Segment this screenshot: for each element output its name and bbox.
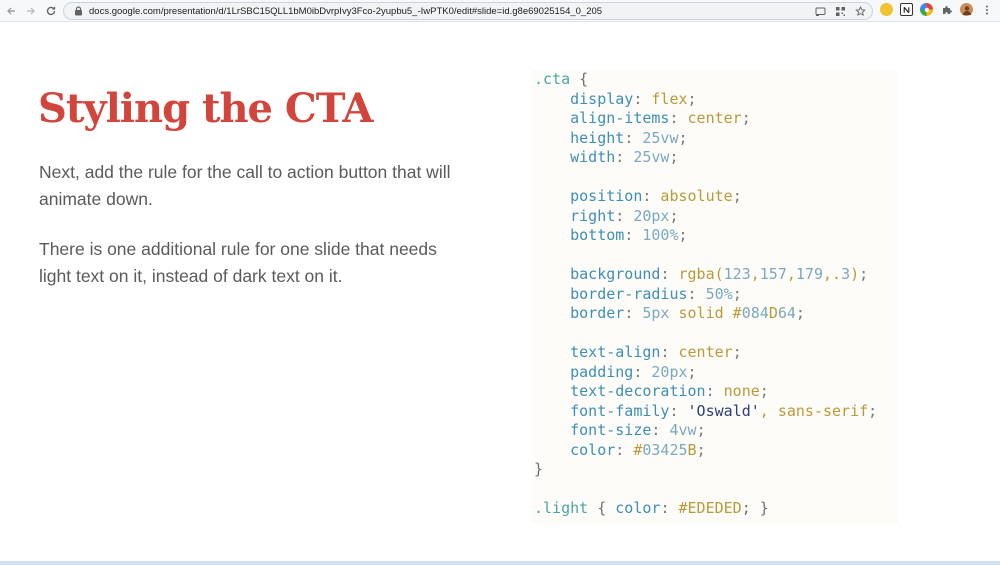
code-line: font-size: 4vw;	[570, 421, 706, 439]
notion-icon[interactable]	[900, 3, 913, 16]
code-line: height: 25vw;	[570, 128, 688, 147]
code-line: .cta {	[534, 70, 589, 88]
bottom-border	[0, 561, 1000, 565]
code-line: right: 20px;	[570, 206, 679, 225]
code-line: position: absolute;	[570, 187, 742, 205]
code-line: padding: 20px;	[570, 362, 697, 381]
code-line: background: rgba(123,157,179,.3);	[570, 265, 869, 283]
browser-toolbar: docs.google.com/presentation/d/1LrSBC15Q…	[0, 0, 1000, 22]
lock-icon[interactable]	[71, 4, 85, 18]
code-line: align-items: center;	[570, 109, 751, 127]
code-line: color: #03425B;	[570, 440, 706, 459]
puzzle-icon[interactable]	[940, 3, 953, 16]
kebab-menu-icon[interactable]	[980, 3, 993, 16]
reload-icon[interactable]	[42, 2, 60, 20]
code-line: display: flex;	[570, 89, 697, 108]
code-line: bottom: 100%;	[570, 226, 688, 244]
qr-icon[interactable]	[834, 5, 846, 17]
slide-paragraph-1: Next, add the rule for the call to actio…	[39, 162, 451, 209]
forward-icon[interactable]	[22, 2, 40, 20]
slide-title: Styling the CTA	[38, 85, 373, 132]
cast-icon[interactable]	[814, 5, 826, 17]
code-line: border: 5px solid #084D64;	[570, 304, 805, 322]
code-line: border-radius: 50%;	[570, 284, 742, 303]
colorful-extension-icon[interactable]	[920, 3, 933, 16]
back-icon[interactable]	[2, 2, 20, 20]
code-line: font-family: 'Oswald', sans-serif;	[570, 401, 878, 420]
css-code-block: .cta { display: flex; align-items: cente…	[534, 70, 877, 519]
code-line: text-align: center;	[570, 343, 742, 361]
code-line: text-decoration: none;	[570, 382, 769, 400]
url-text[interactable]: docs.google.com/presentation/d/1LrSBC15Q…	[89, 6, 602, 17]
address-bar[interactable]: docs.google.com/presentation/d/1LrSBC15Q…	[63, 2, 873, 20]
code-line: .light { color: #EDEDED; }	[534, 499, 769, 517]
extension-yellow-icon[interactable]	[880, 3, 893, 16]
bookmark-star-icon[interactable]	[854, 5, 866, 17]
code-line: }	[534, 460, 544, 478]
profile-avatar[interactable]	[960, 3, 973, 16]
slide-paragraph-2: There is one additional rule for one sli…	[39, 239, 437, 286]
code-line: width: 25vw;	[570, 148, 679, 166]
